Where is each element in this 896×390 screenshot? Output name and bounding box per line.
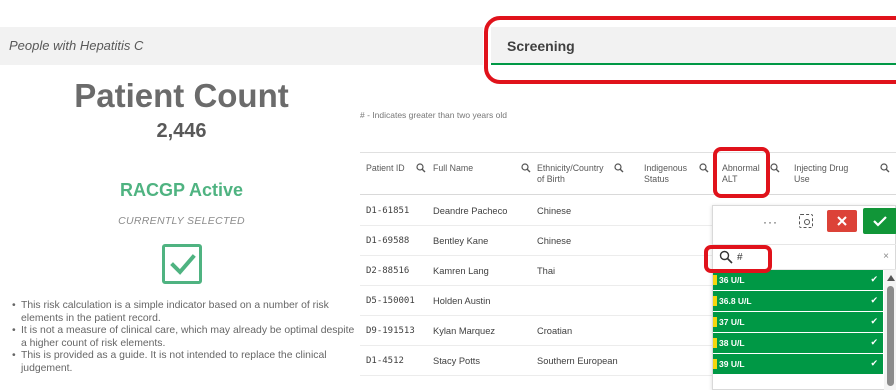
column-label: Injecting Drug Use	[794, 163, 849, 184]
sheet-title-bar: People with Hepatitis C	[0, 27, 483, 65]
column-header-ethnicity[interactable]: Ethnicity/Country of Birth	[537, 163, 627, 185]
highlight-ring-abnormal-alt	[713, 147, 770, 198]
full-name-cell[interactable]: Stacy Potts	[433, 356, 480, 366]
note-item: This risk calculation is a simple indica…	[12, 300, 362, 325]
column-label: Full Name	[433, 163, 474, 173]
search-icon[interactable]	[699, 163, 709, 173]
scrollbar-thumb[interactable]	[887, 286, 894, 386]
column-header-injecting-drug-use[interactable]: Injecting Drug Use	[794, 163, 890, 185]
filter-values-list: 36 U/L ✔ 36.8 U/L ✔ 37 U/L ✔ 38 U/L ✔ 39 U/L…	[713, 270, 896, 375]
highlight-ring-screening	[484, 16, 896, 84]
checkmark-icon	[873, 216, 887, 227]
list-item[interactable]: 36 U/L ✔	[713, 270, 883, 291]
sheet-title: People with Hepatitis C	[9, 38, 144, 53]
ethnicity-cell[interactable]: Southern European	[537, 356, 618, 366]
marker-icon	[713, 296, 717, 306]
close-icon	[837, 216, 847, 226]
column-header-full-name[interactable]: Full Name	[433, 163, 533, 174]
search-icon[interactable]	[770, 163, 780, 173]
kpi-title: Patient Count	[74, 77, 289, 114]
full-name-cell[interactable]: Kamren Lang	[433, 266, 489, 276]
column-label: Patient ID	[366, 163, 405, 173]
ethnicity-cell[interactable]: Croatian	[537, 326, 572, 336]
check-icon: ✔	[870, 316, 878, 326]
ethnicity-cell[interactable]: Chinese	[537, 236, 571, 246]
search-icon[interactable]	[521, 163, 531, 173]
patient-id-cell[interactable]: D2-88516	[366, 266, 409, 276]
check-icon: ✔	[870, 337, 878, 347]
list-item-label: 38 U/L	[719, 338, 745, 348]
clear-search-icon[interactable]: ×	[883, 251, 889, 262]
patient-id-cell[interactable]: D5-150001	[366, 296, 415, 306]
confirm-selection-button[interactable]	[863, 208, 896, 234]
full-name-cell[interactable]: Holden Austin	[433, 296, 490, 306]
patient-id-cell[interactable]: D1-61851	[366, 206, 409, 216]
list-item[interactable]: 37 U/L ✔	[713, 312, 883, 333]
ethnicity-cell[interactable]: Chinese	[537, 206, 571, 216]
scrollbar[interactable]	[884, 270, 896, 390]
filter-popup: ··· # × 36 U/L ✔ 36.8 U/L ✔ 37 U/L ✔ 38 U/L…	[712, 205, 896, 390]
search-icon[interactable]	[614, 163, 624, 173]
column-label: Indigenous Status	[644, 163, 688, 184]
risk-notes: This risk calculation is a simple indica…	[12, 300, 362, 376]
full-name-cell[interactable]: Deandre Pacheco	[433, 206, 507, 216]
search-icon[interactable]	[880, 163, 890, 173]
racgp-active-label: RACGP Active	[119, 180, 244, 200]
note-item: It is not a measure of clinical care, wh…	[12, 325, 362, 350]
full-name-cell[interactable]: Bentley Kane	[433, 236, 488, 246]
column-header-patient-id[interactable]: Patient ID	[366, 163, 426, 174]
list-item-label: 36 U/L	[719, 275, 745, 285]
search-icon[interactable]	[416, 163, 426, 173]
selection-status: CURRENTLY SELECTED	[118, 215, 245, 227]
patient-id-cell[interactable]: D1-4512	[366, 356, 404, 366]
check-icon: ✔	[870, 274, 878, 284]
kpi-value: 2,446	[156, 120, 207, 142]
check-icon: ✔	[870, 358, 878, 368]
list-item-label: 39 U/L	[719, 359, 745, 369]
marker-icon	[713, 338, 717, 348]
column-label: Ethnicity/Country of Birth	[537, 163, 604, 184]
cancel-selection-button[interactable]	[827, 210, 857, 232]
patient-id-cell[interactable]: D9-191513	[366, 326, 415, 336]
patient-id-cell[interactable]: D1-69588	[366, 236, 409, 246]
check-icon	[170, 254, 196, 275]
table-header: Patient ID Full Name Ethnicity/Country o…	[360, 152, 896, 195]
full-name-cell[interactable]: Kylan Marquez	[433, 326, 495, 336]
list-item[interactable]: 36.8 U/L ✔	[713, 291, 883, 312]
note-item: This is provided as a guide. It is not i…	[12, 350, 362, 375]
marker-icon	[713, 317, 717, 327]
check-icon: ✔	[870, 295, 878, 305]
scroll-up-icon[interactable]	[887, 275, 895, 281]
ethnicity-cell[interactable]: Thai	[537, 266, 555, 276]
racgp-checkbox[interactable]	[162, 244, 202, 284]
column-header-indigenous-status[interactable]: Indigenous Status	[644, 163, 714, 185]
highlight-ring-search	[704, 245, 772, 273]
more-options-button[interactable]: ···	[763, 215, 778, 229]
table-note: # - Indicates greater than two years old	[360, 110, 507, 120]
list-item-label: 37 U/L	[719, 317, 745, 327]
marker-icon	[713, 275, 717, 285]
list-item[interactable]: 39 U/L ✔	[713, 354, 883, 375]
lasso-select-icon[interactable]	[799, 214, 813, 228]
list-item[interactable]: 38 U/L ✔	[713, 333, 883, 354]
marker-icon	[713, 359, 717, 369]
list-item-label: 36.8 U/L	[719, 296, 752, 306]
